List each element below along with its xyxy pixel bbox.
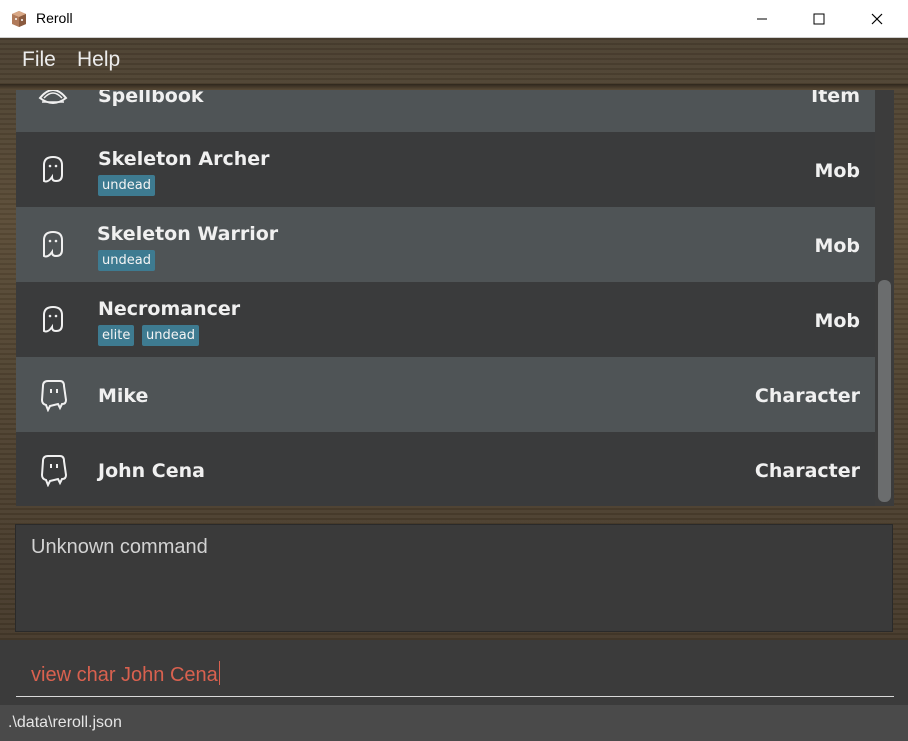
close-icon	[871, 13, 883, 25]
item-type: Character	[754, 385, 860, 407]
ghost-icon	[43, 305, 63, 333]
ghost-icon	[43, 230, 63, 258]
ghost-icon	[43, 155, 63, 183]
list-item[interactable]: Skeleton Archer undead Mob	[16, 132, 875, 207]
item-type: Character	[754, 460, 860, 482]
menu-bar	[0, 38, 908, 84]
item-name: Mike	[98, 385, 149, 407]
command-input[interactable]: view char John Cena	[31, 661, 220, 687]
maximize-button[interactable]	[790, 0, 848, 38]
save-file-path: .\data\reroll.json	[8, 714, 122, 731]
result-message: Unknown command	[31, 536, 208, 558]
item-name: Spellbook	[98, 90, 204, 107]
item-name: Necromancer	[98, 298, 241, 320]
list-item[interactable]: Necromancer elite undead Mob	[16, 282, 875, 357]
close-button[interactable]	[848, 0, 906, 38]
status-bar	[0, 705, 908, 741]
item-type: Mob	[814, 160, 860, 182]
text-caret	[218, 661, 220, 685]
list-scrollbar[interactable]	[875, 90, 894, 506]
window-title: Reroll	[36, 10, 73, 26]
minimize-button[interactable]	[733, 0, 791, 38]
list-item[interactable]: Spellbook Item	[16, 90, 875, 132]
list-item[interactable]: Skeleton Warrior undead Mob	[16, 207, 875, 282]
maximize-icon	[813, 13, 825, 25]
character-icon	[40, 380, 68, 412]
spellbook-icon	[38, 90, 68, 104]
character-icon	[40, 455, 68, 487]
item-type: Item	[811, 90, 860, 107]
window-titlebar: Reroll	[0, 0, 908, 38]
item-type: Mob	[814, 235, 860, 257]
minimize-icon	[757, 18, 767, 20]
menu-file[interactable]: File	[22, 48, 56, 72]
list-item[interactable]: Mike Character	[16, 357, 875, 432]
entity-list[interactable]: Spellbook Item Skeleton Archer undead Mo…	[16, 90, 894, 506]
menu-help[interactable]: Help	[77, 48, 120, 72]
tag-elite: elite	[98, 325, 135, 346]
tag-undead: undead	[98, 250, 155, 271]
tag-undead: undead	[98, 175, 155, 196]
item-name: Skeleton Archer	[98, 148, 270, 170]
scrollbar-thumb[interactable]	[878, 280, 891, 502]
command-input-underline	[16, 696, 894, 697]
item-type: Mob	[814, 310, 860, 332]
app-icon	[12, 11, 26, 27]
tag-undead: undead	[142, 325, 199, 346]
item-name: John Cena	[98, 460, 205, 482]
list-item[interactable]: John Cena Character	[16, 432, 875, 506]
item-name: Skeleton Warrior	[97, 223, 279, 245]
command-input-value: view char John Cena	[31, 664, 218, 686]
